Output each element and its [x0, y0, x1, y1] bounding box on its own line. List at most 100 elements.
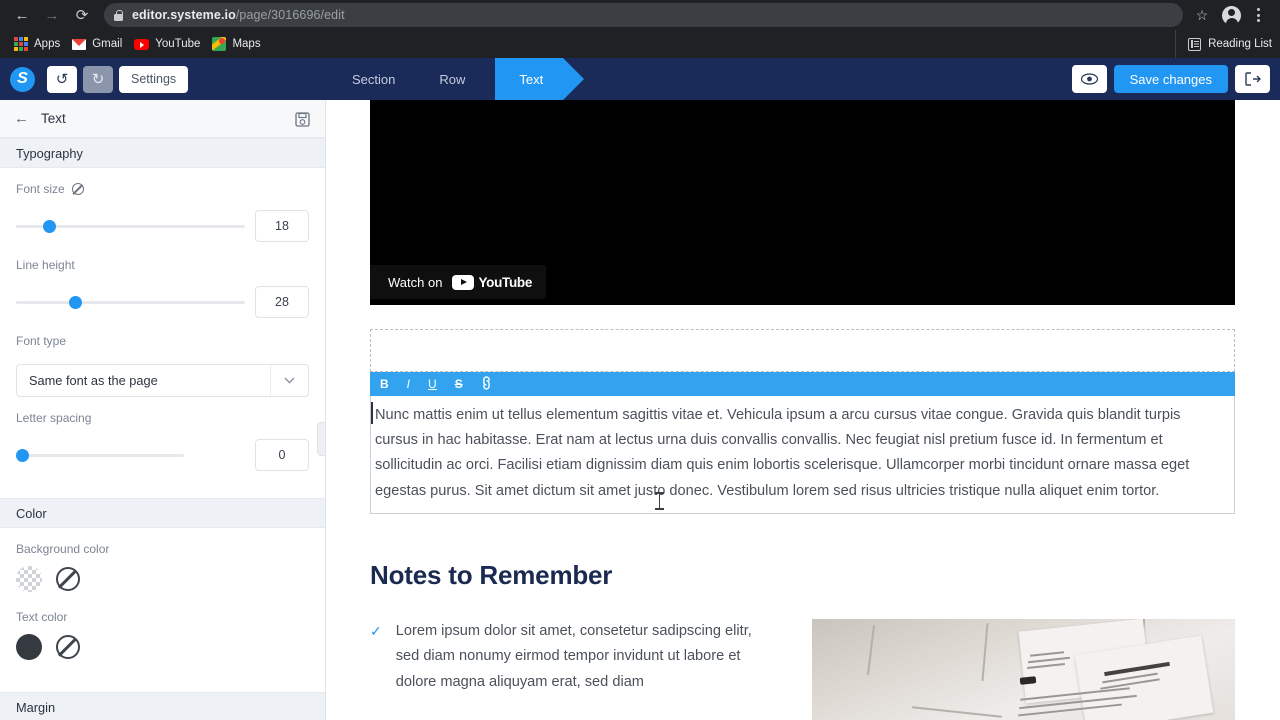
watch-on-youtube-badge[interactable]: Watch on YouTube — [370, 265, 547, 299]
slider-track — [16, 300, 245, 304]
chrome-menu-icon[interactable] — [1248, 5, 1268, 25]
youtube-video-embed[interactable]: Watch on YouTube — [370, 100, 1235, 305]
bookmark-apps[interactable]: Apps — [10, 34, 68, 54]
exit-icon — [1244, 72, 1261, 86]
systeme-logo-icon[interactable]: S — [10, 66, 35, 92]
line-height-field: Line height 28 — [0, 244, 325, 320]
bookmark-youtube[interactable]: YouTube — [130, 35, 208, 53]
photo-detail — [912, 706, 1002, 718]
notes-heading: Notes to Remember — [370, 559, 613, 590]
text-editable-area[interactable]: Nunc mattis enim ut tellus elementum sag… — [370, 396, 1235, 514]
link-svg — [482, 376, 490, 390]
font-type-select[interactable]: Same font as the page — [16, 364, 309, 397]
url-path: /page/3016696/edit — [235, 8, 345, 22]
font-type-field: Font type — [0, 320, 325, 364]
background-color-label: Background color — [16, 542, 110, 556]
chevron-down-icon[interactable] — [270, 365, 308, 396]
browser-chrome: ← → ⟳ editor.systeme.io/page/3016696/edi… — [0, 0, 1280, 58]
panel-collapse-handle[interactable] — [317, 422, 325, 456]
breadcrumb: Section Row Text — [330, 58, 585, 100]
floppy-save-icon[interactable] — [291, 108, 313, 130]
omnibox-actions: ☆ — [1189, 5, 1272, 26]
exit-editor-button[interactable] — [1235, 65, 1270, 93]
youtube-wordmark: YouTube — [478, 274, 533, 290]
font-size-label-text: Font size — [16, 182, 65, 196]
font-type-label: Font type — [16, 334, 67, 348]
apps-grid-icon — [14, 37, 28, 51]
bookmark-label: Maps — [232, 38, 261, 50]
line-height-input[interactable]: 28 — [255, 286, 309, 318]
font-size-label: Font size — [16, 182, 309, 196]
floppy-icon — [294, 111, 310, 127]
empty-element-placeholder[interactable] — [370, 329, 1235, 372]
paragraph-text: Nunc mattis enim ut tellus elementum sag… — [375, 407, 1190, 499]
letter-spacing-slider[interactable] — [16, 448, 184, 462]
font-size-field: Font size 18 — [0, 168, 325, 244]
workspace: ← Text Typography Font size 18 Line heig… — [0, 100, 1280, 720]
redo-button[interactable]: ↻ — [83, 65, 113, 93]
line-height-slider[interactable] — [16, 295, 245, 309]
line-height-label: Line height — [16, 258, 309, 272]
watch-on-label: Watch on — [388, 274, 443, 290]
italic-button[interactable]: I — [407, 377, 410, 391]
panel-back-icon[interactable]: ← — [14, 110, 29, 127]
section-color: Color — [0, 498, 325, 528]
save-changes-button[interactable]: Save changes — [1113, 65, 1228, 93]
background-color-swatch[interactable] — [16, 566, 42, 592]
slider-knob[interactable] — [16, 449, 29, 462]
slider-knob[interactable] — [68, 296, 82, 309]
reading-list-button[interactable]: Reading List — [1175, 30, 1272, 58]
bookmark-gmail[interactable]: Gmail — [68, 35, 130, 53]
profile-avatar-icon[interactable] — [1222, 5, 1241, 26]
notes-section: ✓ Lorem ipsum dolor sit amet, consetetur… — [370, 618, 1235, 720]
letter-spacing-label: Letter spacing — [16, 411, 92, 425]
panel-title: Text — [41, 111, 66, 126]
background-color-clear-icon[interactable] — [56, 567, 80, 591]
bookmark-star-icon[interactable]: ☆ — [1189, 7, 1215, 24]
preview-eye-icon[interactable] — [1071, 65, 1107, 93]
text-color-clear-icon[interactable] — [56, 635, 80, 659]
back-arrow-icon[interactable]: ← — [8, 1, 36, 29]
bold-button[interactable]: B — [380, 377, 389, 391]
reset-ban-icon[interactable] — [71, 183, 84, 195]
slider-knob[interactable] — [43, 220, 57, 233]
eye-icon — [1080, 73, 1098, 85]
notes-photo-image[interactable] — [812, 618, 1235, 720]
photo-detail — [866, 624, 875, 675]
list-item[interactable]: ✓ Lorem ipsum dolor sit amet, consetetur… — [370, 619, 770, 696]
bookmarks-bar: Apps Gmail YouTube Maps Reading List — [0, 30, 1280, 58]
letter-spacing-input[interactable]: 0 — [255, 439, 309, 471]
youtube-logo-icon: YouTube — [452, 274, 533, 290]
link-icon[interactable] — [477, 374, 498, 395]
bookmark-maps[interactable]: Maps — [208, 34, 268, 54]
strikethrough-button[interactable]: S — [455, 377, 463, 391]
text-color-swatch[interactable] — [16, 634, 42, 660]
chevron-svg — [284, 377, 295, 384]
font-size-input[interactable]: 18 — [255, 210, 309, 242]
breadcrumb-text[interactable]: Text — [474, 58, 585, 100]
url-text: editor.systeme.io/page/3016696/edit — [132, 8, 345, 22]
forward-arrow-icon[interactable]: → — [38, 1, 66, 29]
settings-button[interactable]: Settings — [119, 65, 189, 93]
breadcrumb-section[interactable]: Section — [330, 58, 417, 100]
line-height-label-text: Line height — [16, 258, 75, 272]
text-color-field: Text color — [0, 598, 325, 624]
check-icon: ✓ — [370, 622, 382, 639]
undo-button[interactable]: ↺ — [47, 65, 77, 93]
lock-icon — [114, 9, 123, 21]
rich-text-toolbar: B I U S — [370, 372, 1235, 396]
reload-icon[interactable]: ⟳ — [68, 1, 96, 29]
address-bar[interactable]: editor.systeme.io/page/3016696/edit — [104, 3, 1183, 27]
underline-button[interactable]: U — [428, 377, 437, 391]
notes-list: ✓ Lorem ipsum dolor sit amet, consetetur… — [370, 619, 770, 720]
font-size-slider[interactable] — [16, 219, 245, 233]
letter-spacing-slider-row: 0 — [16, 439, 309, 471]
font-size-slider-row: 18 — [16, 210, 309, 242]
font-type-value: Same font as the page — [29, 373, 158, 388]
reading-list-icon — [1188, 37, 1202, 51]
bookmark-label: Apps — [34, 38, 61, 50]
text-color-label: Text color — [16, 610, 68, 624]
youtube-icon — [134, 38, 150, 50]
text-caret — [371, 402, 373, 424]
background-color-controls — [0, 566, 325, 598]
